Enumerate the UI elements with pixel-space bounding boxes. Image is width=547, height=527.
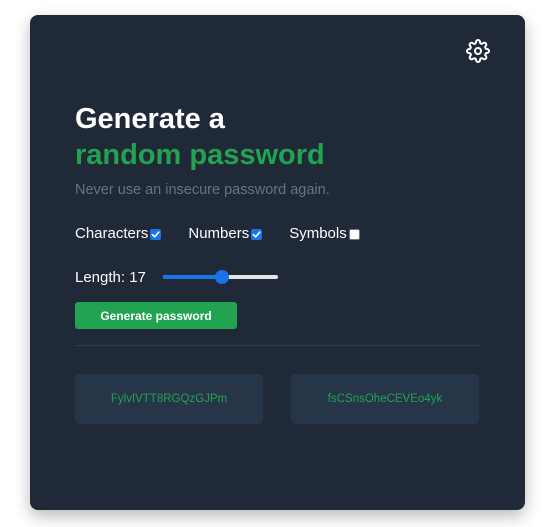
- option-symbols[interactable]: Symbols: [289, 225, 360, 243]
- password-output-2[interactable]: fsCSnsOheCEVEo4yk: [291, 374, 479, 424]
- option-numbers-label: Numbers: [188, 225, 250, 242]
- page-title: Generate a random password: [75, 101, 325, 173]
- option-numbers[interactable]: Numbers: [188, 225, 263, 243]
- symbols-checkbox[interactable]: [348, 228, 360, 240]
- generate-password-button[interactable]: Generate password: [75, 302, 237, 329]
- option-characters-label: Characters: [75, 225, 149, 242]
- title-line-2: random password: [75, 139, 325, 171]
- subtitle: Never use an insecure password again.: [75, 182, 330, 198]
- slider-fill: [162, 275, 223, 279]
- length-row: Length: 17: [75, 267, 278, 287]
- option-symbols-label: Symbols: [289, 225, 347, 242]
- option-characters[interactable]: Characters: [75, 225, 162, 243]
- options-row: Characters Numbers Symbols: [75, 225, 387, 243]
- length-label: Length:: [75, 268, 126, 286]
- length-value: 17: [129, 268, 146, 286]
- password-generator-card: Generate a random password Never use an …: [30, 15, 525, 510]
- numbers-checkbox[interactable]: [251, 228, 263, 240]
- length-slider[interactable]: [162, 269, 278, 285]
- characters-checkbox[interactable]: [150, 228, 162, 240]
- gear-icon[interactable]: [466, 39, 490, 63]
- slider-thumb[interactable]: [215, 270, 230, 284]
- divider: [75, 345, 480, 346]
- password-output-1[interactable]: FylvIVTT8RGQzGJPm: [75, 374, 263, 424]
- title-line-1: Generate a: [75, 103, 225, 135]
